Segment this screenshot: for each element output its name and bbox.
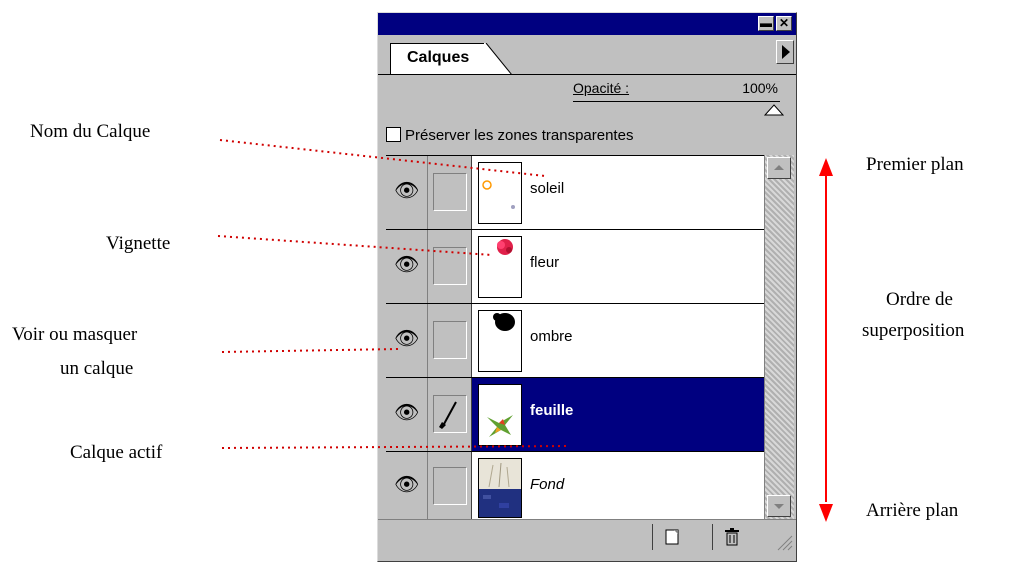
preserve-transparency-option[interactable]: Préserver les zones transparentes [386,127,633,144]
delete-layer-button[interactable] [712,524,750,550]
edit-link-cell[interactable] [428,156,472,229]
visibility-toggle[interactable]: 👁 [386,378,428,451]
opacity-slider-track[interactable] [573,101,780,102]
arrow-up-icon [774,165,784,170]
layer-thumbnail-fond [478,458,522,518]
preserve-transparency-checkbox[interactable] [386,127,401,142]
annotation-layer-name: Nom du Calque [30,121,151,142]
layer-thumbnail-fleur [478,236,522,298]
close-button[interactable]: ✕ [776,16,792,31]
eye-icon[interactable]: 👁 [394,181,419,201]
palette-title-bar[interactable]: ▬ ✕ [378,13,796,35]
edit-link-cell[interactable] [428,304,472,377]
arrow-down-icon [774,504,784,509]
annotation-foreground: Premier plan [866,154,964,175]
annotation-show-hide-line1: Voir ou masquer [12,324,138,345]
visibility-toggle[interactable]: 👁 [386,230,428,303]
palette-tab-row: Calques [378,35,796,75]
layer-thumbnail-feuille [478,384,522,446]
annotation-active-layer: Calque actif [70,442,163,463]
layer-name: soleil [530,180,565,197]
stack-order-arrow [819,158,833,522]
layer-row-fond[interactable]: 👁 Fond [386,452,764,520]
visibility-toggle[interactable]: 👁 [386,304,428,377]
layer-thumbnail-soleil [478,162,522,224]
annotation-stack-order-line2: superposition [862,320,965,341]
layer-name: ombre [530,328,573,345]
palette-menu-arrow-icon[interactable] [776,40,794,64]
scroll-up-button[interactable] [767,157,791,179]
opacity-value[interactable]: 100% [742,80,778,96]
edit-link-cell[interactable] [428,378,472,451]
resize-grip-icon[interactable] [772,530,794,552]
visibility-toggle[interactable]: 👁 [386,156,428,229]
annotation-thumbnail: Vignette [106,233,171,254]
edit-link-cell[interactable] [428,230,472,303]
layer-name: fleur [530,254,560,271]
layer-row-ombre[interactable]: 👁 ombre [386,304,764,378]
tab-calques[interactable]: Calques [390,43,486,75]
tab-edge [484,43,512,75]
layers-list: 👁 soleil 👁 fleur 👁 ombre 👁 feuille 👁 Fon… [386,155,764,520]
leader-show-hide [221,348,399,353]
eye-icon[interactable]: 👁 [394,255,419,275]
layers-palette: ▬ ✕ Calques Opacité : 100% Préserver les… [377,12,797,562]
layer-thumbnail-ombre [478,310,522,372]
new-layer-icon [665,529,678,545]
paintbrush-icon [439,401,457,429]
opacity-label: Opacité : [573,80,630,96]
minimize-button[interactable]: ▬ [758,16,774,31]
eye-icon[interactable]: 👁 [394,403,419,423]
eye-icon[interactable]: 👁 [394,329,419,349]
scroll-down-button[interactable] [767,495,791,517]
trash-icon [724,528,739,546]
new-layer-button[interactable] [652,524,690,550]
opacity-slider-thumb-icon[interactable] [764,104,784,116]
layer-name: Fond [530,476,565,493]
layers-scrollbar[interactable] [764,155,794,519]
annotation-show-hide-line2: un calque [60,358,134,379]
edit-link-cell[interactable] [428,452,472,520]
layer-row-feuille[interactable]: 👁 feuille [386,378,764,452]
annotation-background: Arrière plan [866,500,959,521]
palette-bottom-bar [378,519,796,554]
preserve-transparency-label: Préserver les zones transparentes [405,127,634,144]
eye-icon[interactable]: 👁 [394,475,419,495]
layer-row-fleur[interactable]: 👁 fleur [386,230,764,304]
annotation-stack-order-line1: Ordre de [886,289,953,310]
layer-name: feuille [530,402,574,419]
layer-row-soleil[interactable]: 👁 soleil [386,156,764,230]
visibility-toggle[interactable]: 👁 [386,452,428,520]
